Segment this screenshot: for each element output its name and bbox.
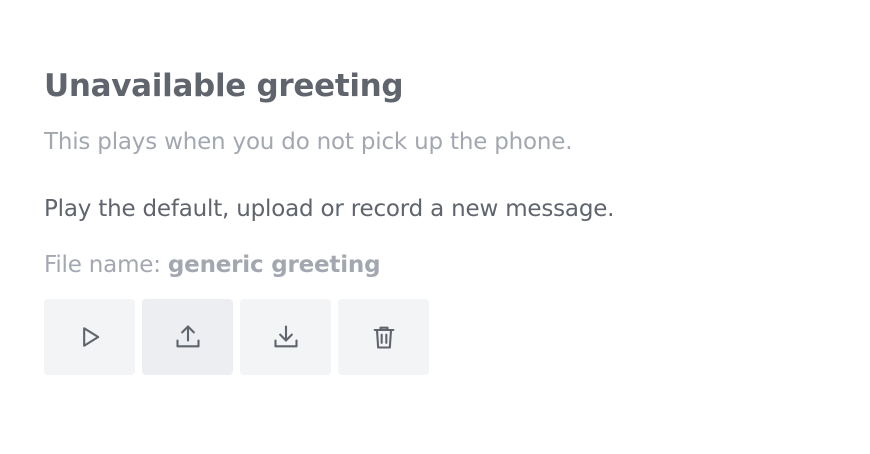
play-button[interactable] bbox=[44, 299, 135, 375]
file-name-value: generic greeting bbox=[167, 252, 381, 278]
unavailable-greeting-panel: Unavailable greeting This plays when you… bbox=[44, 64, 844, 375]
upload-button[interactable] bbox=[142, 299, 233, 375]
file-name-label: File name: bbox=[44, 252, 161, 278]
greeting-subtitle: This plays when you do not pick up the p… bbox=[44, 129, 573, 155]
trash-icon bbox=[373, 326, 394, 349]
delete-button[interactable] bbox=[338, 299, 429, 375]
greeting-actions-toolbar bbox=[44, 299, 844, 375]
file-name-row: File name: generic greeting bbox=[44, 249, 844, 281]
download-icon bbox=[273, 325, 298, 348]
greeting-title: Unavailable greeting bbox=[44, 68, 404, 104]
download-button[interactable] bbox=[240, 299, 331, 375]
upload-icon bbox=[175, 325, 200, 348]
greeting-instruction: Play the default, upload or record a new… bbox=[44, 196, 615, 222]
play-icon bbox=[82, 327, 99, 347]
